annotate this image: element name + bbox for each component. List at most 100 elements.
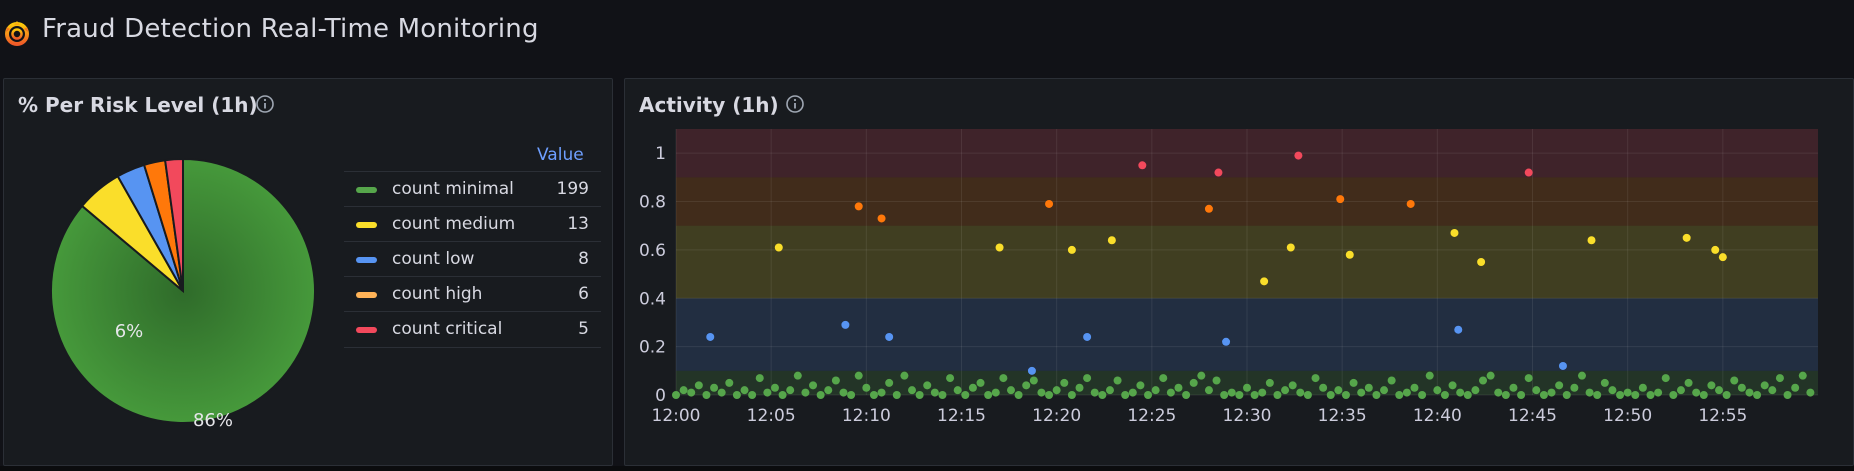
data-point-minimal[interactable] bbox=[1775, 374, 1784, 383]
data-point-minimal[interactable] bbox=[1463, 391, 1472, 399]
data-point-minimal[interactable] bbox=[786, 386, 795, 395]
data-point-minimal[interactable] bbox=[946, 374, 955, 383]
data-point-minimal[interactable] bbox=[968, 383, 977, 392]
data-point-minimal[interactable] bbox=[1006, 386, 1015, 395]
data-point-medium[interactable] bbox=[1450, 228, 1459, 237]
data-point-minimal[interactable] bbox=[1699, 391, 1708, 399]
data-point-medium[interactable] bbox=[1477, 258, 1486, 266]
data-point-low[interactable] bbox=[1222, 337, 1231, 346]
data-point-minimal[interactable] bbox=[938, 391, 947, 399]
data-point-medium[interactable] bbox=[1067, 245, 1076, 254]
data-point-medium[interactable] bbox=[774, 243, 783, 252]
legend-item-critical[interactable]: count critical 5 bbox=[344, 311, 601, 348]
data-point-minimal[interactable] bbox=[1608, 386, 1617, 395]
data-point-medium[interactable] bbox=[1682, 233, 1691, 242]
data-point-low[interactable] bbox=[841, 320, 850, 329]
data-point-minimal[interactable] bbox=[763, 388, 772, 397]
legend-value-header[interactable]: Value bbox=[537, 145, 584, 165]
data-point-minimal[interactable] bbox=[1631, 391, 1640, 399]
data-point-minimal[interactable] bbox=[1402, 388, 1411, 397]
data-point-minimal[interactable] bbox=[839, 388, 848, 397]
panel-title[interactable]: Activity (1h) bbox=[639, 93, 779, 117]
data-point-minimal[interactable] bbox=[1798, 371, 1807, 380]
info-circle-icon[interactable] bbox=[785, 94, 805, 114]
data-point-minimal[interactable] bbox=[1151, 386, 1160, 395]
data-point-minimal[interactable] bbox=[1676, 386, 1685, 395]
data-point-minimal[interactable] bbox=[809, 381, 818, 390]
data-point-minimal[interactable] bbox=[1509, 383, 1518, 392]
data-point-high[interactable] bbox=[854, 202, 863, 211]
data-point-low[interactable] bbox=[1027, 366, 1036, 375]
data-point-minimal[interactable] bbox=[1326, 391, 1335, 399]
grafana-logo-icon[interactable] bbox=[2, 18, 32, 48]
data-point-minimal[interactable] bbox=[862, 383, 871, 392]
data-point-high[interactable] bbox=[877, 214, 886, 223]
data-point-minimal[interactable] bbox=[824, 386, 833, 395]
data-point-minimal[interactable] bbox=[1715, 386, 1724, 395]
data-point-medium[interactable] bbox=[1718, 253, 1727, 262]
data-point-high[interactable] bbox=[1336, 195, 1345, 204]
data-point-minimal[interactable] bbox=[1067, 391, 1076, 399]
data-point-minimal[interactable] bbox=[1212, 376, 1221, 385]
data-point-minimal[interactable] bbox=[1730, 376, 1739, 385]
data-point-minimal[interactable] bbox=[1387, 376, 1396, 385]
data-point-minimal[interactable] bbox=[1524, 374, 1533, 383]
data-point-minimal[interactable] bbox=[1220, 391, 1229, 399]
data-point-minimal[interactable] bbox=[953, 386, 962, 395]
data-point-minimal[interactable] bbox=[1166, 388, 1175, 397]
data-point-minimal[interactable] bbox=[1737, 383, 1746, 392]
data-point-minimal[interactable] bbox=[1204, 386, 1213, 395]
data-point-minimal[interactable] bbox=[877, 388, 886, 397]
data-point-minimal[interactable] bbox=[930, 388, 939, 397]
data-point-minimal[interactable] bbox=[1806, 388, 1815, 397]
data-point-minimal[interactable] bbox=[732, 391, 741, 399]
data-point-minimal[interactable] bbox=[1517, 391, 1526, 399]
data-point-minimal[interactable] bbox=[1418, 391, 1427, 399]
data-point-minimal[interactable] bbox=[1501, 391, 1510, 399]
data-point-minimal[interactable] bbox=[1433, 386, 1442, 395]
data-point-minimal[interactable] bbox=[1281, 386, 1290, 395]
legend-item-high[interactable]: count high 6 bbox=[344, 276, 601, 312]
data-point-minimal[interactable] bbox=[1684, 378, 1693, 387]
data-point-minimal[interactable] bbox=[1105, 386, 1114, 395]
data-point-minimal[interactable] bbox=[1258, 388, 1267, 397]
data-point-minimal[interactable] bbox=[1022, 381, 1031, 390]
data-point-medium[interactable] bbox=[1711, 245, 1720, 254]
data-point-minimal[interactable] bbox=[1113, 376, 1122, 385]
legend-item-low[interactable]: count low 8 bbox=[344, 241, 601, 277]
data-point-minimal[interactable] bbox=[1136, 381, 1145, 390]
data-point-minimal[interactable] bbox=[1197, 371, 1206, 380]
data-point-minimal[interactable] bbox=[1341, 391, 1350, 399]
data-point-medium[interactable] bbox=[1107, 236, 1116, 245]
data-point-minimal[interactable] bbox=[1456, 388, 1465, 397]
data-point-minimal[interactable] bbox=[1577, 371, 1586, 380]
data-point-low[interactable] bbox=[885, 332, 894, 341]
data-point-minimal[interactable] bbox=[1471, 386, 1480, 395]
panel-title[interactable]: % Per Risk Level (1h) bbox=[18, 93, 258, 117]
data-point-critical[interactable] bbox=[1294, 151, 1303, 160]
data-point-minimal[interactable] bbox=[717, 388, 726, 397]
data-point-minimal[interactable] bbox=[1296, 388, 1305, 397]
data-point-minimal[interactable] bbox=[1372, 391, 1381, 399]
data-point-minimal[interactable] bbox=[1722, 391, 1731, 399]
data-point-minimal[interactable] bbox=[1357, 388, 1366, 397]
data-point-minimal[interactable] bbox=[1083, 374, 1092, 383]
info-circle-icon[interactable] bbox=[255, 94, 275, 114]
data-point-minimal[interactable] bbox=[915, 391, 924, 399]
data-point-minimal[interactable] bbox=[1121, 391, 1130, 399]
data-point-minimal[interactable] bbox=[1349, 378, 1358, 387]
data-point-high[interactable] bbox=[1204, 204, 1213, 213]
data-point-minimal[interactable] bbox=[984, 391, 993, 399]
data-point-minimal[interactable] bbox=[1380, 386, 1389, 395]
data-point-minimal[interactable] bbox=[1661, 374, 1670, 383]
data-point-high[interactable] bbox=[1045, 199, 1054, 208]
data-point-minimal[interactable] bbox=[1562, 391, 1571, 399]
data-point-minimal[interactable] bbox=[1555, 381, 1564, 390]
data-point-minimal[interactable] bbox=[892, 391, 901, 399]
data-point-minimal[interactable] bbox=[801, 388, 810, 397]
data-point-minimal[interactable] bbox=[1638, 383, 1647, 392]
data-point-minimal[interactable] bbox=[1144, 391, 1153, 399]
data-point-minimal[interactable] bbox=[1692, 388, 1701, 397]
data-point-minimal[interactable] bbox=[976, 378, 985, 387]
data-point-minimal[interactable] bbox=[755, 374, 764, 383]
